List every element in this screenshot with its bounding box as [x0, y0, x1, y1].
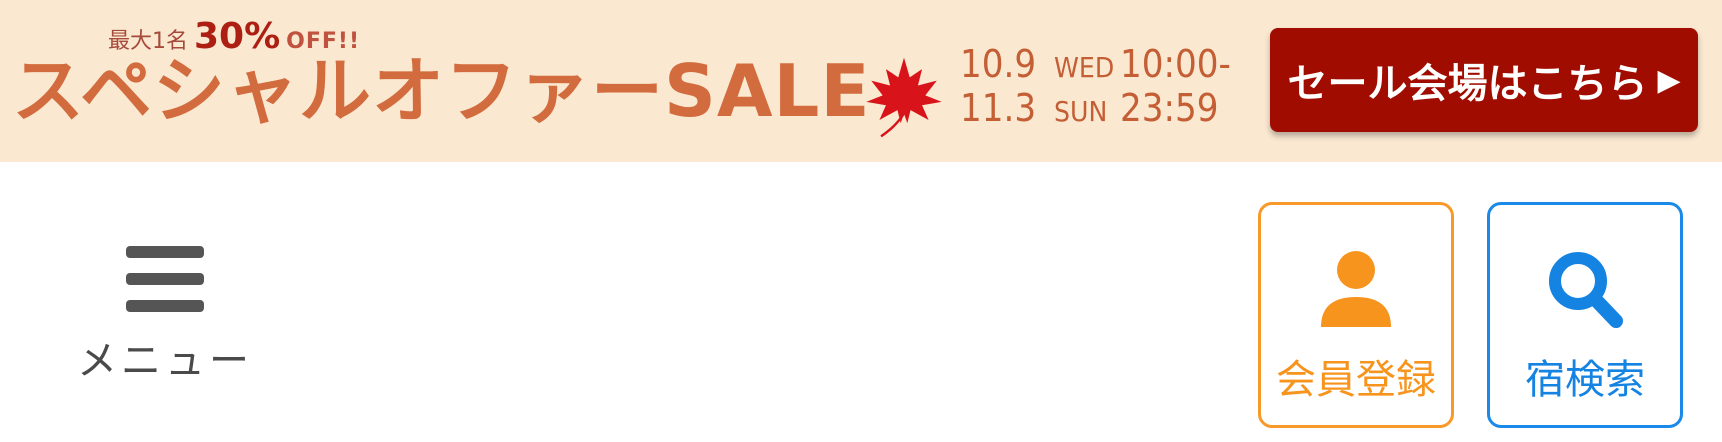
- inn-search-label: 宿検索: [1525, 357, 1645, 403]
- search-icon: [1549, 252, 1623, 328]
- triangle-right-icon: ▶: [1657, 62, 1681, 98]
- sale-venue-label: セール会場はこちら: [1287, 61, 1648, 107]
- start-time: 10:00-: [1120, 42, 1231, 86]
- maple-leaf-icon: [866, 57, 942, 138]
- menu-label: メニュー: [77, 338, 253, 384]
- user-icon: [1321, 251, 1391, 327]
- sale-banner[interactable]: 最大1名 30% OFF!! スペシャルオファーSALE 10.9 WED 10…: [0, 0, 1722, 162]
- sale-end: 11.3 SUN 23:59: [960, 88, 1231, 132]
- sale-start: 10.9 WED 10:00-: [960, 44, 1231, 88]
- member-register-button[interactable]: 会員登録: [1258, 202, 1454, 428]
- start-weekday: WED: [1054, 51, 1115, 84]
- end-time: 23:59: [1120, 86, 1219, 130]
- end-date: 11.3: [960, 86, 1037, 130]
- sale-title: スペシャルオファーSALE: [12, 49, 871, 133]
- hamburger-icon: [126, 246, 204, 312]
- sale-venue-button[interactable]: セール会場はこちら ▶: [1270, 28, 1698, 132]
- start-date: 10.9: [960, 42, 1037, 86]
- menu-button[interactable]: メニュー: [70, 238, 260, 398]
- member-register-label: 会員登録: [1276, 357, 1436, 403]
- inn-search-button[interactable]: 宿検索: [1487, 202, 1683, 428]
- sale-dates: 10.9 WED 10:00- 11.3 SUN 23:59: [960, 44, 1231, 132]
- end-weekday: SUN: [1054, 95, 1108, 128]
